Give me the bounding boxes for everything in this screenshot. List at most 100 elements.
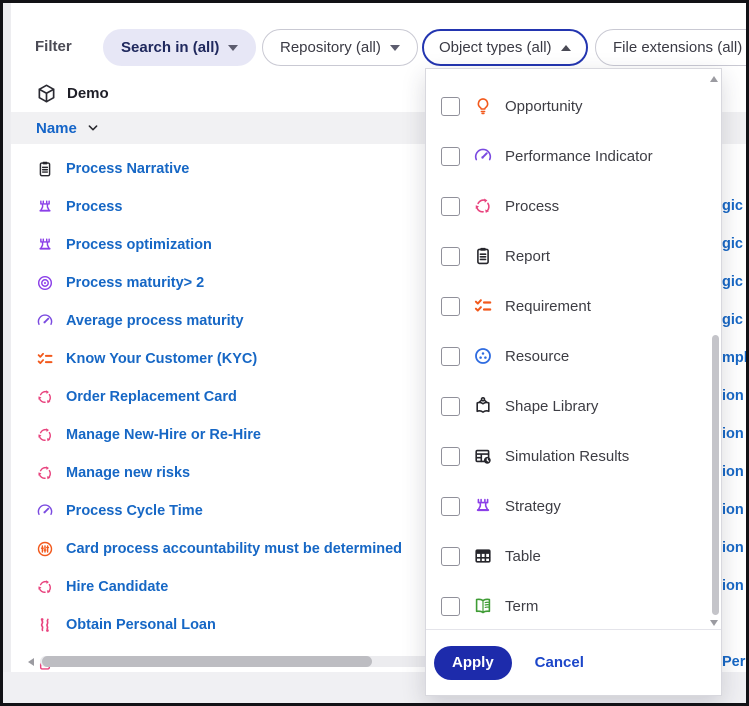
object-types-dropdown: OpportunityPerformance Indicator Process R… <box>425 68 722 696</box>
sort-chevron-down-icon[interactable] <box>85 120 101 136</box>
search-in-filter-button[interactable]: Search in (all) <box>103 29 256 66</box>
option-checkbox[interactable] <box>441 547 460 566</box>
checklist-icon <box>36 350 54 368</box>
list-item-label[interactable]: Manage new risks <box>66 465 190 481</box>
option-checkbox[interactable] <box>441 447 460 466</box>
option-label: Requirement <box>505 298 591 315</box>
object-type-option[interactable]: Resource <box>426 331 721 381</box>
object-type-option[interactable]: Requirement <box>426 281 721 331</box>
clipped-text-fragment: gic P <box>722 198 746 216</box>
horizontal-scrollbar-thumb[interactable] <box>42 656 372 667</box>
object-types-filter-label: Object types (all) <box>439 39 552 56</box>
resource-icon <box>473 346 493 366</box>
option-checkbox[interactable] <box>441 97 460 116</box>
rook-icon <box>36 198 54 216</box>
list-item-label[interactable]: Process maturity> 2 <box>66 275 204 291</box>
cancel-button[interactable]: Cancel <box>535 654 584 671</box>
gauge-icon <box>36 502 54 520</box>
option-checkbox[interactable] <box>441 147 460 166</box>
dropdown-footer: Apply Cancel <box>426 629 721 695</box>
recycle-icon <box>473 196 493 216</box>
list-item-label[interactable]: Process Narrative <box>66 161 189 177</box>
object-types-filter-button[interactable]: Object types (all) <box>422 29 588 66</box>
clipped-text-fragment: Pers <box>722 654 746 672</box>
chevron-down-icon <box>390 45 400 51</box>
clipboard-icon <box>473 246 493 266</box>
option-label: Strategy <box>505 498 561 515</box>
dropdown-scrollbar-thumb[interactable] <box>712 335 719 615</box>
option-label: Report <box>505 248 550 265</box>
recycle-icon <box>36 464 54 482</box>
rook-icon <box>473 496 493 516</box>
option-label: Shape Library <box>505 398 598 415</box>
list-item-label[interactable]: Card process accountability must be dete… <box>66 541 402 557</box>
clipped-text-fragment: gic P <box>722 236 746 254</box>
file-extensions-filter-button[interactable]: File extensions (all) <box>595 29 749 66</box>
apply-button[interactable]: Apply <box>434 646 512 680</box>
clipped-text-fragment: ion <box>722 426 746 444</box>
file-extensions-filter-label: File extensions (all) <box>613 39 742 56</box>
term-icon <box>473 596 493 616</box>
object-type-option[interactable]: Opportunity <box>426 81 721 131</box>
chevron-down-icon <box>228 45 238 51</box>
list-item-label[interactable]: Process optimization <box>66 237 212 253</box>
recycle-icon <box>36 426 54 444</box>
clipped-text-fragment: gic P <box>722 312 746 330</box>
option-label: Simulation Results <box>505 448 629 465</box>
object-type-option[interactable]: Term <box>426 581 721 631</box>
shape-library-icon <box>473 396 493 416</box>
journey-icon <box>36 616 54 634</box>
repository-name: Demo <box>67 85 109 102</box>
repository-group-header: Demo <box>36 83 109 104</box>
lightbulb-icon <box>473 96 493 116</box>
clipped-text-fragment: ion <box>722 502 746 520</box>
option-checkbox[interactable] <box>441 197 460 216</box>
repository-filter-label: Repository (all) <box>280 39 381 56</box>
option-label: Process <box>505 198 559 215</box>
left-panel-edge <box>3 3 11 703</box>
option-checkbox[interactable] <box>441 497 460 516</box>
object-type-option[interactable]: Simulation Results <box>426 431 721 481</box>
list-item-label[interactable]: Process Cycle Time <box>66 503 203 519</box>
list-item-label[interactable]: Process <box>66 199 122 215</box>
object-type-option[interactable]: Report <box>426 231 721 281</box>
object-type-option[interactable]: Process <box>426 181 721 231</box>
option-label: Table <box>505 548 541 565</box>
clipped-text-fragment: ion <box>722 464 746 482</box>
clipboard-icon <box>36 160 54 178</box>
clipped-text-fragment: mpl <box>722 350 746 368</box>
list-item-label[interactable]: Average process maturity <box>66 313 244 329</box>
option-label: Term <box>505 598 538 615</box>
object-type-option[interactable]: Shape Library <box>426 381 721 431</box>
target-icon <box>36 274 54 292</box>
object-type-option[interactable]: Table <box>426 531 721 581</box>
option-label: Resource <box>505 348 569 365</box>
option-checkbox[interactable] <box>441 247 460 266</box>
checklist-icon <box>473 296 493 316</box>
clipped-text-fragment: gic P <box>722 274 746 292</box>
list-item-label[interactable]: Obtain Personal Loan <box>66 617 216 633</box>
option-checkbox[interactable] <box>441 297 460 316</box>
repository-filter-button[interactable]: Repository (all) <box>262 29 418 66</box>
cube-icon <box>36 83 57 104</box>
scroll-left-arrow-icon[interactable] <box>28 658 34 666</box>
object-type-option[interactable]: Performance Indicator <box>426 131 721 181</box>
option-checkbox[interactable] <box>441 347 460 366</box>
clipped-text-fragment: ion <box>722 540 746 558</box>
list-item-label[interactable]: Order Replacement Card <box>66 389 237 405</box>
object-type-option[interactable]: Strategy <box>426 481 721 531</box>
scroll-up-arrow-icon[interactable] <box>710 76 718 82</box>
cube-icon <box>36 83 57 104</box>
scroll-down-arrow-icon[interactable] <box>710 620 718 626</box>
sliders-icon <box>36 540 54 558</box>
list-item-label[interactable]: Know Your Customer (KYC) <box>66 351 257 367</box>
table-icon <box>473 546 493 566</box>
recycle-icon <box>36 388 54 406</box>
list-item-label[interactable]: Hire Candidate <box>66 579 168 595</box>
chevron-down-icon <box>85 120 101 136</box>
name-column-label: Name <box>36 120 77 137</box>
option-checkbox[interactable] <box>441 397 460 416</box>
option-checkbox[interactable] <box>441 597 460 616</box>
clipped-text-fragment: ion <box>722 388 746 406</box>
list-item-label[interactable]: Manage New-Hire or Re-Hire <box>66 427 261 443</box>
